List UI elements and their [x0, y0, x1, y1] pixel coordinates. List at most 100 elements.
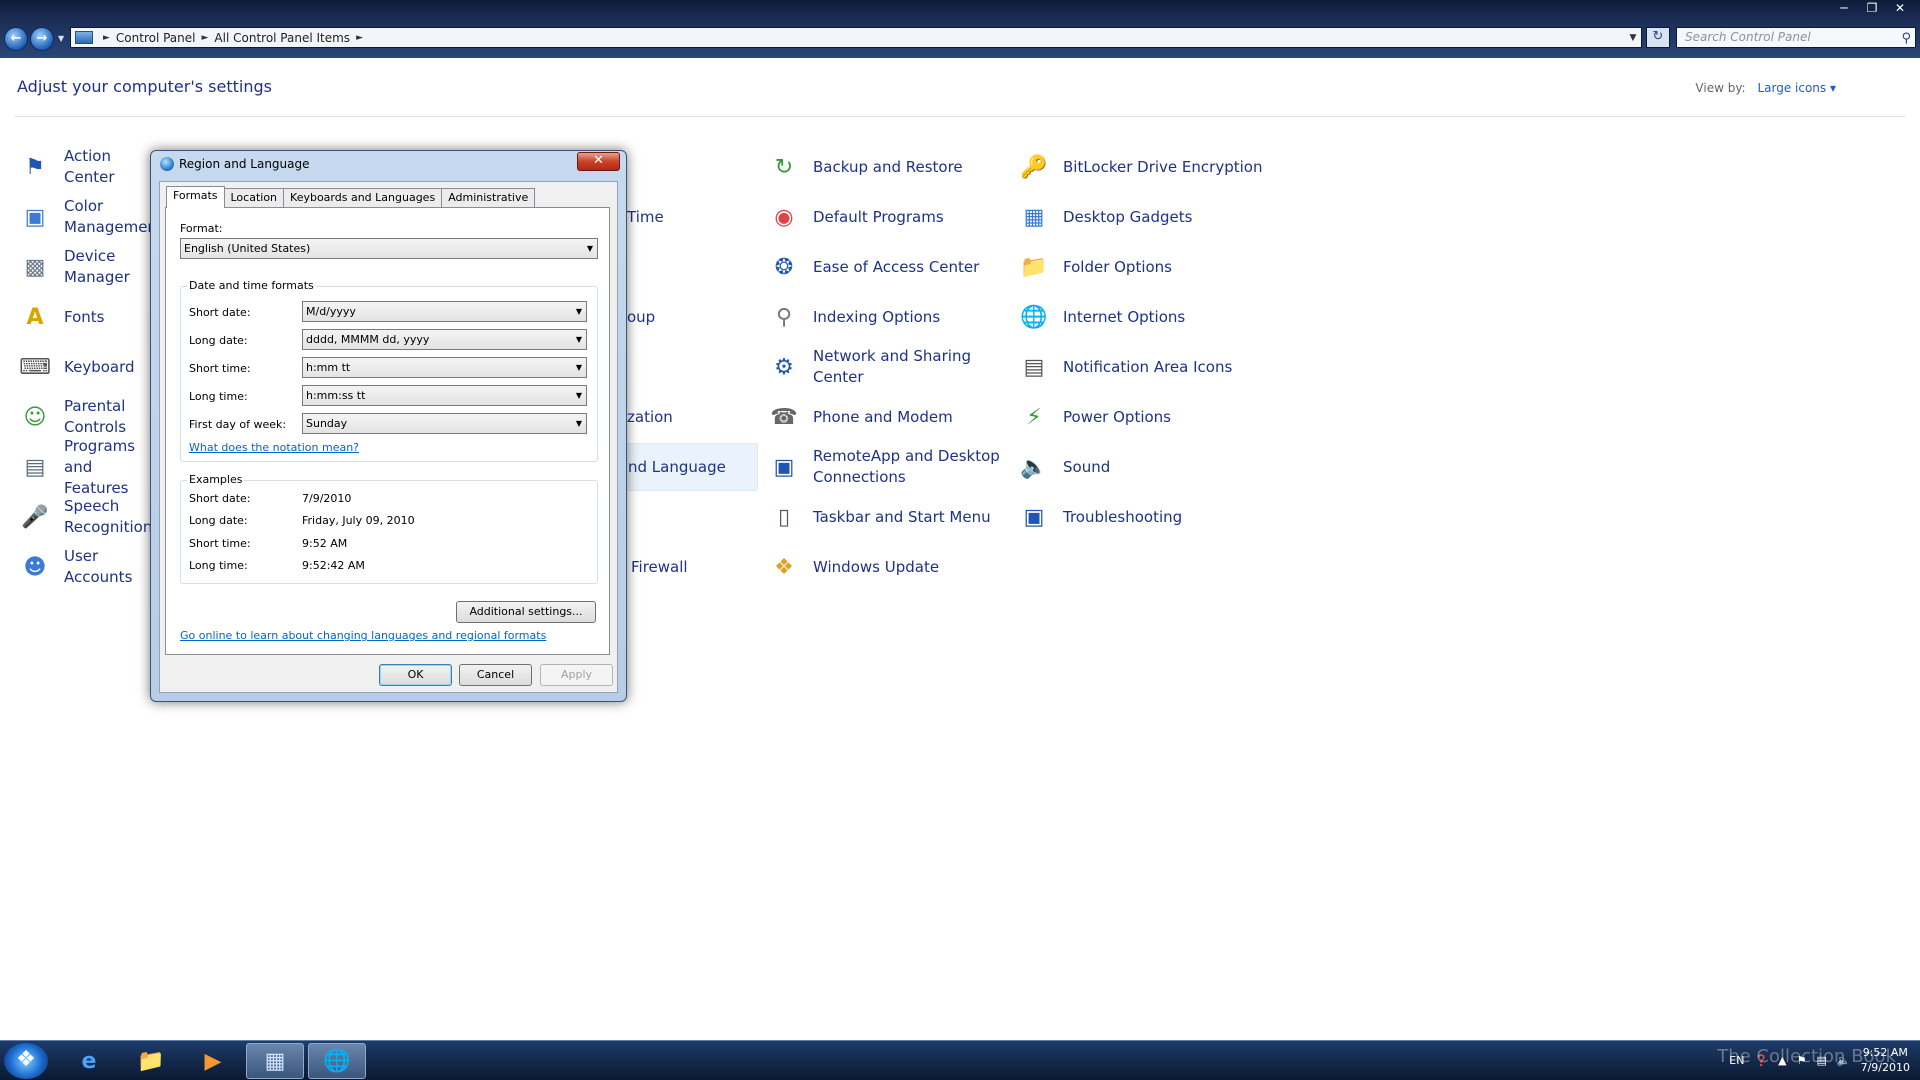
cp-item-taskbar-and-start-menu[interactable]: ▯ Taskbar and Start Menu — [767, 496, 991, 538]
control-panel-task[interactable]: ▦ — [246, 1043, 304, 1079]
cp-item-label: Default Programs — [813, 207, 944, 226]
sound-icon: 🔈 — [1020, 454, 1048, 480]
cp-item-label: Troubleshooting — [1063, 507, 1183, 526]
globe-icon — [160, 157, 174, 171]
additional-settings-button[interactable]: Additional settings... — [456, 601, 596, 623]
view-by-value[interactable]: Large icons — [1757, 81, 1826, 95]
example-long-date-label: Long date: — [189, 514, 248, 527]
long-time-value: h:mm:ss tt — [306, 389, 366, 402]
search-placeholder: Search Control Panel — [1685, 30, 1811, 44]
cp-item-phone-and-modem[interactable]: ☎ Phone and Modem — [767, 396, 953, 438]
cp-item-power-options[interactable]: ⚡ Power Options — [1017, 396, 1171, 438]
cp-item-homegroup[interactable]: oup — [627, 296, 655, 338]
internet-explorer-icon[interactable]: e — [60, 1043, 118, 1079]
windows-update-icon: ❖ — [774, 554, 794, 580]
chevron-down-icon: ▼ — [575, 335, 582, 344]
cp-item-label: Phone and Modem — [813, 407, 953, 426]
cp-item-bitlocker[interactable]: 🔑 BitLocker Drive Encryption — [1017, 146, 1262, 188]
minimize-button[interactable]: ─ — [1832, 1, 1856, 16]
breadcrumb-arrow-icon[interactable]: ► — [103, 33, 110, 43]
notation-help-link[interactable]: What does the notation mean? — [189, 441, 359, 454]
forward-button[interactable]: → — [30, 27, 54, 51]
long-time-select[interactable]: h:mm:ss tt ▼ — [302, 385, 587, 406]
cp-item-label: Internet Options — [1063, 307, 1186, 326]
cp-item-fonts[interactable]: A Fonts — [18, 296, 150, 338]
cp-item-label: Color Management — [64, 197, 163, 236]
gadgets-icon: ▦ — [1023, 204, 1045, 230]
cp-item-sound[interactable]: 🔈 Sound — [1017, 446, 1110, 488]
cp-item-backup-and-restore[interactable]: ↻ Backup and Restore — [767, 146, 963, 188]
cp-item-label: Action Center — [64, 147, 115, 186]
cp-item-date-and-time[interactable]: Time — [627, 196, 664, 238]
cp-item-network-and-sharing[interactable]: ⚙ Network and Sharing Center — [767, 346, 997, 388]
back-button[interactable]: ← — [4, 27, 28, 51]
cp-item-remoteapp[interactable]: ▣ RemoteApp and Desktop Connections — [767, 446, 1007, 488]
region-language-task[interactable]: 🌐 — [308, 1043, 366, 1079]
short-date-select[interactable]: M/d/yyyy ▼ — [302, 301, 587, 322]
cp-item-label: Speech Recognition — [64, 497, 153, 536]
cp-item-color-management[interactable]: ▣ Color Management — [18, 196, 163, 238]
cp-item-indexing-options[interactable]: ⚲ Indexing Options — [767, 296, 940, 338]
address-dropdown-icon[interactable]: ▼ — [1625, 33, 1641, 43]
tab-administrative[interactable]: Administrative — [441, 188, 536, 207]
cp-item-ease-of-access[interactable]: ❂ Ease of Access Center — [767, 246, 980, 288]
control-panel-icon — [75, 31, 93, 44]
cp-item-desktop-gadgets[interactable]: ▦ Desktop Gadgets — [1017, 196, 1193, 238]
short-time-select[interactable]: h:mm tt ▼ — [302, 357, 587, 378]
cp-item-programs-and-features[interactable]: ▤ Programs and Features — [18, 437, 150, 497]
address-bar[interactable]: ► Control Panel ► All Control Panel Item… — [70, 27, 1642, 48]
breadcrumb-arrow-icon[interactable]: ► — [356, 33, 363, 43]
cp-item-label: BitLocker Drive Encryption — [1063, 157, 1263, 176]
first-day-of-week-select[interactable]: Sunday ▼ — [302, 413, 587, 434]
cp-item-keyboard[interactable]: ⌨ Keyboard — [18, 346, 150, 388]
windows-explorer-icon[interactable]: 📁 — [122, 1043, 180, 1079]
cp-item-action-center[interactable]: ⚑ Action Center — [18, 146, 150, 188]
media-player-icon[interactable]: ▶ — [184, 1043, 242, 1079]
long-date-select[interactable]: dddd, MMMM dd, yyyy ▼ — [302, 329, 587, 350]
breadcrumb-all-items[interactable]: All Control Panel Items — [214, 31, 350, 45]
search-icon[interactable]: ⚲ — [1901, 29, 1911, 48]
cp-item-internet-options[interactable]: 🌐 Internet Options — [1017, 296, 1185, 338]
restore-button[interactable]: ❐ — [1860, 1, 1884, 16]
dialog-close-button[interactable]: ✕ — [577, 152, 620, 171]
close-button[interactable]: ✕ — [1888, 1, 1912, 16]
format-select[interactable]: English (United States) ▼ — [180, 238, 598, 259]
view-by-dropdown[interactable]: Large icons ▾ — [1757, 81, 1836, 95]
programs-icon: ▤ — [24, 454, 46, 480]
ok-button[interactable]: OK — [379, 664, 452, 686]
cp-item-label: Ease of Access Center — [813, 257, 980, 276]
cp-item-default-programs[interactable]: ◉ Default Programs — [767, 196, 944, 238]
cp-item-parental-controls[interactable]: ☺ Parental Controls — [18, 396, 150, 438]
start-button[interactable]: ❖ — [4, 1043, 48, 1079]
cp-item-notification-area-icons[interactable]: ▤ Notification Area Icons — [1017, 346, 1233, 388]
cp-item-windows-update[interactable]: ❖ Windows Update — [767, 546, 939, 588]
group-title: Examples — [187, 473, 245, 486]
tab-keyboards-and-languages[interactable]: Keyboards and Languages — [283, 188, 443, 207]
cp-item-folder-options[interactable]: 📁 Folder Options — [1017, 246, 1172, 288]
cp-item-personalization[interactable]: zation — [627, 396, 673, 438]
chevron-down-icon: ▼ — [575, 391, 582, 400]
online-help-link[interactable]: Go online to learn about changing langua… — [180, 629, 546, 642]
search-input[interactable]: Search Control Panel ⚲ — [1676, 27, 1916, 48]
tab-formats[interactable]: Formats — [166, 186, 225, 208]
cp-item-troubleshooting[interactable]: ▣ Troubleshooting — [1017, 496, 1183, 538]
refresh-button[interactable]: ↻ — [1646, 27, 1670, 48]
cp-item-label: Folder Options — [1063, 257, 1172, 276]
phone-icon: ☎ — [770, 404, 798, 430]
cancel-button[interactable]: Cancel — [459, 664, 532, 686]
tab-location[interactable]: Location — [223, 188, 285, 207]
cp-item-label: Backup and Restore — [813, 157, 963, 176]
chevron-down-icon: ▼ — [586, 244, 593, 253]
recent-pages-icon[interactable]: ▼ — [58, 34, 64, 43]
cp-item-label: Time — [627, 207, 664, 226]
dialog-tabs: Formats Location Keyboards and Languages… — [166, 186, 536, 208]
breadcrumb-arrow-icon[interactable]: ► — [202, 33, 209, 43]
cp-item-user-accounts[interactable]: ☻ User Accounts — [18, 546, 150, 588]
cp-item-speech-recognition[interactable]: 🎤 Speech Recognition — [18, 496, 153, 538]
network-icon: ⚙ — [774, 354, 794, 380]
cp-item-label: Indexing Options — [813, 307, 941, 326]
cp-item-windows-firewall[interactable]: Firewall — [631, 546, 688, 588]
cp-item-device-manager[interactable]: ▩ Device Manager — [18, 246, 150, 288]
apply-button[interactable]: Apply — [540, 664, 613, 686]
breadcrumb-control-panel[interactable]: Control Panel — [116, 31, 196, 45]
